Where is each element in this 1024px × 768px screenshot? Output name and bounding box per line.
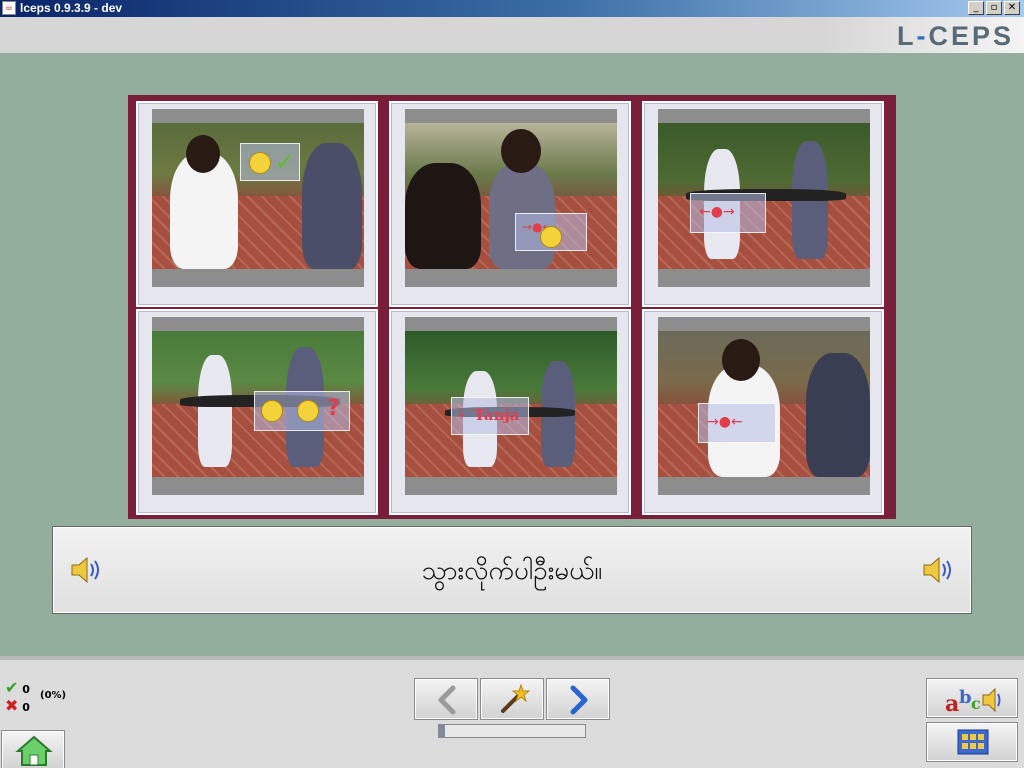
back-button[interactable] — [414, 678, 478, 720]
overlay-arrows-in: →●← — [698, 403, 776, 443]
photo: ✓ — [152, 109, 364, 287]
hint-button[interactable] — [480, 678, 544, 720]
next-button[interactable] — [546, 678, 610, 720]
app-header: L-CEPS — [0, 17, 1024, 53]
progress-fill — [439, 725, 445, 737]
score-percent: (0%) — [40, 690, 67, 701]
abc-speaker-icon: a b c — [945, 687, 1001, 717]
speaker-icon[interactable] — [921, 555, 955, 585]
overlay-name-tag: ↓ Tanja — [451, 397, 529, 435]
photo: →●← — [658, 317, 870, 495]
sentence-text: သွားလိုက်ပါဦးမယ်။ — [421, 556, 603, 586]
arrow-down-icon: ↓ — [456, 406, 467, 420]
check-icon: ✓ — [275, 148, 296, 176]
wrong-score: ✖ 0 — [5, 696, 30, 715]
lceps-logo: L-CEPS — [896, 21, 1014, 51]
image-card-4[interactable]: ? — [136, 309, 378, 515]
overlay-smiley-arrows: →●← — [515, 213, 587, 251]
window-title: lceps 0.9.3.9 - dev — [20, 1, 123, 15]
happy-smiley-icon — [249, 152, 271, 174]
speaker-icon[interactable] — [69, 555, 103, 585]
home-icon — [15, 735, 53, 766]
photo: →●← — [405, 109, 617, 287]
image-card-6[interactable]: →●← — [642, 309, 884, 515]
arrow-right-icon — [570, 685, 588, 715]
bottom-toolbar: ✔ 0 ✖ 0 (0%) a b c — [0, 656, 1024, 768]
cross-icon: ✖ — [5, 696, 19, 715]
image-card-5[interactable]: ↓ Tanja — [389, 309, 631, 515]
abc-audio-button[interactable]: a b c — [926, 678, 1018, 718]
neutral-smiley-icon — [261, 400, 283, 422]
image-grid: ✓ →●← ←●→ ? ↓ Tanja →●← — [128, 95, 896, 519]
check-icon: ✔ — [5, 678, 19, 697]
progress-bar — [438, 724, 586, 738]
correct-score: ✔ 0 — [5, 678, 30, 697]
photo: ↓ Tanja — [405, 317, 617, 495]
overlay-arrows-out: ←●→ — [690, 193, 766, 233]
sentence-panel: သွားလိုက်ပါဦးမယ်။ — [52, 526, 972, 614]
overlay-smiley-check: ✓ — [240, 143, 300, 181]
image-card-3[interactable]: ←●→ — [642, 101, 884, 307]
home-button[interactable] — [1, 730, 65, 768]
java-app-icon: ☕ — [2, 1, 16, 15]
question-mark-icon: ? — [327, 396, 340, 421]
magic-wand-icon — [501, 683, 531, 713]
name-label: Tanja — [474, 406, 520, 424]
maximize-button[interactable]: ▫ — [986, 1, 1002, 15]
svg-text:b: b — [959, 687, 972, 708]
arrows-in-icon: →●← — [707, 414, 743, 430]
image-card-1[interactable]: ✓ — [136, 101, 378, 307]
photo: ? — [152, 317, 364, 495]
image-card-2[interactable]: →●← — [389, 101, 631, 307]
confused-smiley-icon — [297, 400, 319, 422]
surprised-smiley-icon — [540, 226, 562, 248]
photo: ←●→ — [658, 109, 870, 287]
arrow-left-icon — [438, 685, 456, 715]
svg-text:a: a — [945, 691, 959, 717]
svg-text:c: c — [971, 694, 981, 713]
grid-view-button[interactable] — [926, 722, 1018, 762]
arrows-out-icon: ←●→ — [699, 204, 735, 220]
close-button[interactable]: ✕ — [1004, 1, 1020, 15]
minimize-button[interactable]: _ — [968, 1, 984, 15]
overlay-confused-question: ? — [254, 391, 350, 431]
window-titlebar: ☕ lceps 0.9.3.9 - dev _ ▫ ✕ — [0, 0, 1024, 17]
grid-icon — [957, 729, 989, 755]
